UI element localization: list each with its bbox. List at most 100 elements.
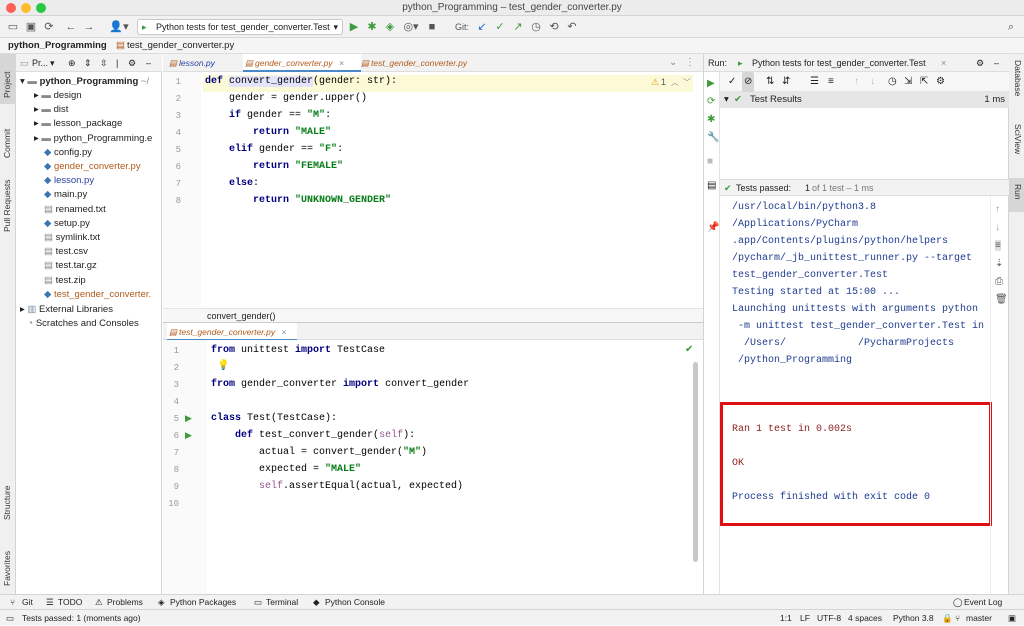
forward-icon[interactable]: → — [82, 19, 96, 35]
run-config-tab[interactable]: Python tests for test_gender_converter.T… — [752, 54, 926, 72]
chevron-down-icon[interactable]: ▾ — [50, 54, 55, 72]
tool-python-packages[interactable]: Python Packages — [170, 595, 236, 610]
stop-icon[interactable]: ■ — [707, 156, 713, 167]
tool-git[interactable]: Git — [22, 595, 33, 610]
import-icon[interactable]: ⇲ — [904, 72, 912, 92]
back-icon[interactable]: ← — [64, 19, 78, 35]
profile-icon[interactable]: ◎▾ — [402, 19, 420, 35]
gear-icon[interactable]: ⚙ — [976, 54, 984, 72]
editor-scrollbar[interactable] — [693, 362, 698, 562]
sort-duration-icon[interactable]: ⇵ — [782, 72, 790, 92]
warning-icon[interactable]: ⚠ — [651, 77, 659, 88]
sciview-tool-tab[interactable]: SciView — [1013, 124, 1023, 154]
bulb-icon[interactable]: 💡 — [217, 360, 229, 371]
collapse-icon[interactable]: ⇳ — [100, 54, 108, 72]
more-icon[interactable]: ⋮ — [685, 57, 695, 68]
indent-setting[interactable]: 4 spaces — [848, 610, 882, 626]
close-icon[interactable]: × — [941, 54, 946, 72]
tree-scratches[interactable]: ▸ ◔ Scratches and Consoles — [20, 317, 138, 331]
editor-bottom[interactable]: 1 2 3 4 5 6 7 8 9 10 ▶ ▶ 💡 from unittest import T… — [163, 340, 703, 594]
python-interpreter[interactable]: Python 3.8 — [893, 610, 934, 626]
debug-icon[interactable]: ✱ — [707, 114, 715, 125]
locate-icon[interactable]: ⊕ — [68, 54, 76, 72]
favorites-tool-tab[interactable]: Favorites — [2, 551, 12, 586]
commit-icon[interactable]: ✓ — [494, 19, 506, 35]
test-results-row[interactable]: ▾ ✔ Test Results 1 ms — [720, 92, 1009, 108]
collapse-all-icon[interactable]: ≡ — [828, 72, 834, 92]
tab-test-gender-converter[interactable]: ▤ test_gender_converter.py — [359, 54, 509, 72]
pull-requests-tool-tab[interactable]: Pull Requests — [2, 180, 12, 232]
file-encoding[interactable]: UTF-8 — [817, 610, 841, 626]
memory-icon[interactable]: ▣ — [1008, 610, 1016, 626]
tree-item[interactable]: ▤ symlink.txt — [44, 231, 100, 245]
event-log-button[interactable]: Event Log — [964, 595, 1002, 610]
layout-icon[interactable]: ▤ — [707, 180, 716, 191]
database-tool-tab[interactable]: Database — [1013, 60, 1023, 96]
rerun-icon[interactable]: ▶ — [707, 78, 715, 89]
tree-item[interactable]: ◆ test_gender_converter. — [44, 288, 151, 302]
tool-terminal[interactable]: Terminal — [266, 595, 298, 610]
debug-icon[interactable]: ✱ — [366, 19, 378, 35]
arrow-down-icon[interactable]: ↓ — [995, 222, 1000, 233]
editor-top[interactable]: 1 2 3 4 5 6 7 8 def convert_gender(gender: str)… — [163, 72, 703, 322]
tree-item[interactable]: ▸ ▬ lesson_package — [34, 117, 122, 131]
tab-gender-converter[interactable]: ▤ gender_converter.py × — [243, 54, 361, 72]
chevron-down-icon[interactable]: ﹀ — [683, 77, 691, 88]
chevron-up-icon[interactable]: ︿ — [671, 77, 679, 88]
sync-icon[interactable]: ⟳ — [42, 19, 56, 35]
structure-tool-tab[interactable]: Structure — [2, 486, 12, 521]
sort-icon[interactable]: ⇅ — [766, 72, 774, 92]
history-icon[interactable]: ◷ — [888, 72, 897, 92]
tree-item[interactable]: ▤ test.csv — [44, 245, 88, 259]
tool-python-console[interactable]: Python Console — [325, 595, 385, 610]
stop-icon[interactable]: ■ — [426, 19, 438, 35]
rollback-icon[interactable]: ⟲ — [548, 19, 560, 35]
close-icon[interactable]: × — [339, 58, 344, 68]
user-icon[interactable]: 👤▾ — [108, 19, 130, 35]
console-output[interactable]: /usr/local/bin/python3.8/Applications/Py… — [720, 196, 992, 594]
tree-item[interactable]: ◆ gender_converter.py — [44, 160, 141, 174]
tree-item[interactable]: ◆ lesson.py — [44, 174, 94, 188]
tree-item[interactable]: ▸ ▬ dist — [34, 103, 68, 117]
status-message[interactable]: Tests passed: 1 (moments ago) — [22, 610, 141, 626]
breadcrumb-project[interactable]: python_Programming — [8, 38, 107, 54]
tree-item[interactable]: ▤ test.zip — [44, 274, 86, 288]
next-failed-icon[interactable]: ↓ — [870, 72, 875, 92]
pin-icon[interactable]: 📌 — [707, 222, 719, 233]
expand-icon[interactable]: ⇕ — [84, 54, 92, 72]
coverage-icon[interactable]: ◈ — [384, 19, 396, 35]
push-icon[interactable]: ↗ — [512, 19, 524, 35]
project-tool-tab[interactable]: Project — [2, 72, 12, 98]
line-separator[interactable]: LF — [800, 610, 810, 626]
update-icon[interactable]: ↙ — [476, 19, 488, 35]
tree-item[interactable]: ▤ renamed.txt — [44, 203, 106, 217]
save-icon[interactable]: ▣ — [24, 19, 38, 35]
run-icon[interactable]: ▶ — [348, 19, 360, 35]
revert-icon[interactable]: ↶ — [566, 19, 578, 35]
tool-todo[interactable]: TODO — [58, 595, 82, 610]
rerun-failed-icon[interactable]: ⟳ — [707, 96, 715, 107]
breadcrumb-file[interactable]: test_gender_converter.py — [127, 38, 234, 54]
caret-position[interactable]: 1:1 — [780, 610, 792, 626]
wrench-icon[interactable]: 🔧 — [707, 132, 719, 143]
trash-icon[interactable]: 🗑 — [995, 294, 1008, 305]
tree-root[interactable]: ▾ ▬ python_Programming ~/ — [20, 75, 149, 89]
tool-problems[interactable]: Problems — [107, 595, 143, 610]
tree-item[interactable]: ▤ test.tar.gz — [44, 259, 97, 273]
tree-item[interactable]: ▸ ▬ design — [34, 89, 82, 103]
lock-icon[interactable]: 🔒 — [942, 610, 953, 626]
chevron-down-icon[interactable]: ⌄ — [669, 57, 677, 68]
history-icon[interactable]: ◷ — [530, 19, 542, 35]
settings-icon[interactable]: ⚙ — [936, 72, 945, 92]
tree-item[interactable]: ▸ ▬ python_Programming.e — [34, 132, 152, 146]
function-breadcrumb[interactable]: convert_gender() — [207, 309, 276, 323]
hide-icon[interactable]: – — [146, 54, 151, 72]
gear-icon[interactable]: ⚙ — [128, 54, 136, 72]
git-branch[interactable]: master — [966, 610, 992, 626]
scroll-end-icon[interactable]: ⇣ — [995, 258, 1003, 269]
run-tool-tab[interactable]: Run — [1013, 184, 1023, 200]
hide-icon[interactable]: – — [994, 54, 999, 72]
show-passed-icon[interactable]: ✓ — [728, 72, 736, 92]
tab-lesson[interactable]: ▤ lesson.py — [167, 54, 251, 72]
project-view-select[interactable]: Pr... — [32, 54, 48, 72]
